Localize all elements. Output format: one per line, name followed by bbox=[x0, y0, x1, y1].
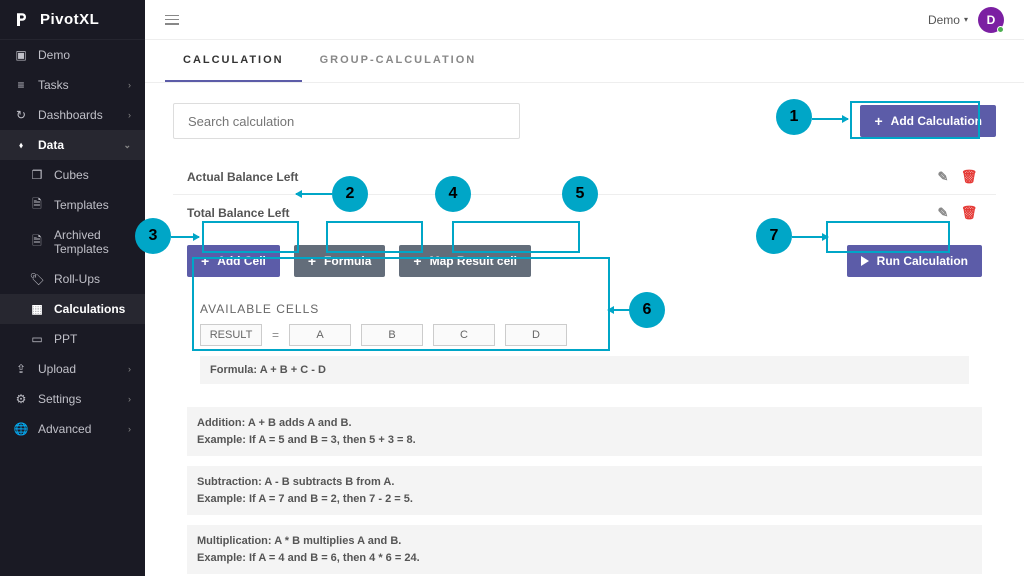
gear-icon: ⚙ bbox=[14, 392, 28, 406]
calc-row[interactable]: Actual Balance Left ✎ 🗑 bbox=[173, 159, 996, 195]
plus-icon: + bbox=[413, 253, 421, 269]
sidebar-item-label: Demo bbox=[38, 48, 131, 62]
formula-hint: Addition: A + B adds A and B.Example: If… bbox=[187, 407, 982, 456]
plus-icon: + bbox=[308, 253, 316, 269]
user-name: Demo bbox=[928, 13, 960, 27]
sidebar-item-demo[interactable]: ▣ Demo bbox=[0, 40, 145, 70]
globe-icon: 🌐 bbox=[14, 422, 28, 436]
calc-row[interactable]: Total Balance Left ✎ 🗑 bbox=[173, 195, 996, 231]
cell-b[interactable]: B bbox=[361, 324, 423, 346]
slide-icon: ▭ bbox=[30, 332, 44, 346]
chevron-icon: › bbox=[128, 394, 131, 404]
tabs: CALCULATION GROUP-CALCULATION bbox=[145, 40, 1024, 83]
user-menu[interactable]: Demo ▾ D bbox=[928, 7, 1004, 33]
dash-icon: ▣ bbox=[14, 48, 28, 62]
brand-name: PivotXL bbox=[40, 11, 99, 28]
play-icon bbox=[861, 256, 869, 266]
plus-icon: + bbox=[201, 253, 209, 269]
result-cell[interactable]: RESULT bbox=[200, 324, 262, 346]
cell-c[interactable]: C bbox=[433, 324, 495, 346]
sidebar: PivotXL ▣Demo≡Tasks›↻Dashboards›⬪Data⌄❒C… bbox=[0, 0, 145, 576]
grid-icon: ▦ bbox=[30, 302, 44, 316]
chevron-icon: › bbox=[128, 110, 131, 120]
formula-hint: Subtraction: A - B subtracts B from A.Ex… bbox=[187, 466, 982, 515]
logo-icon bbox=[14, 11, 32, 29]
plus-icon: + bbox=[874, 113, 882, 129]
calc-title: Actual Balance Left bbox=[187, 170, 930, 184]
sidebar-item-label: Calculations bbox=[54, 302, 131, 316]
sidebar-item-label: Data bbox=[38, 138, 123, 152]
avatar: D bbox=[978, 7, 1004, 33]
sidebar-item-data[interactable]: ⬪ Data⌄ bbox=[0, 130, 145, 160]
run-calculation-button[interactable]: Run Calculation bbox=[847, 245, 982, 277]
chevron-icon: › bbox=[128, 364, 131, 374]
formula-hint: Multiplication: A * B multiplies A and B… bbox=[187, 525, 982, 574]
chevron-icon: › bbox=[128, 424, 131, 434]
sidebar-item-upload[interactable]: ⇪ Upload› bbox=[0, 354, 145, 384]
sidebar-item-ppt[interactable]: ▭ PPT bbox=[0, 324, 145, 354]
map-result-button[interactable]: +Map Result cell bbox=[399, 245, 531, 277]
sidebar-item-label: Upload bbox=[38, 362, 128, 376]
edit-icon[interactable]: ✎ bbox=[930, 205, 956, 221]
bars-icon: ⬪ bbox=[14, 138, 28, 152]
doc-icon: 🗎 bbox=[30, 235, 44, 249]
sidebar-item-calculations[interactable]: ▦ Calculations bbox=[0, 294, 145, 324]
tag-icon: 🏷 bbox=[30, 272, 44, 286]
menu-toggle-icon[interactable] bbox=[165, 15, 179, 25]
toolbar: +Add Cell +Formula +Map Result cell Run … bbox=[173, 231, 996, 291]
formula-button[interactable]: +Formula bbox=[294, 245, 386, 277]
sidebar-item-roll-ups[interactable]: 🏷 Roll-Ups bbox=[0, 264, 145, 294]
cube-icon: ❒ bbox=[30, 168, 44, 182]
sidebar-item-templates[interactable]: 🗎 Templates bbox=[0, 190, 145, 220]
upload-icon: ⇪ bbox=[14, 362, 28, 376]
add-cell-button[interactable]: +Add Cell bbox=[187, 245, 280, 277]
topbar: Demo ▾ D bbox=[145, 0, 1024, 40]
equals-sign: = bbox=[272, 328, 279, 342]
sidebar-item-label: Roll-Ups bbox=[54, 272, 131, 286]
sidebar-item-settings[interactable]: ⚙ Settings› bbox=[0, 384, 145, 414]
available-cells-panel: AVAILABLE CELLS RESULT = A B C D Formula… bbox=[187, 291, 982, 395]
list-icon: ≡ bbox=[14, 78, 28, 92]
cell-a[interactable]: A bbox=[289, 324, 351, 346]
sidebar-item-label: Templates bbox=[54, 198, 131, 212]
panel-title: AVAILABLE CELLS bbox=[200, 302, 969, 316]
sidebar-item-label: Dashboards bbox=[38, 108, 128, 122]
doc-icon: 🗎 bbox=[30, 198, 44, 212]
sidebar-item-label: Tasks bbox=[38, 78, 128, 92]
refresh-icon: ↻ bbox=[14, 108, 28, 122]
sidebar-item-label: Cubes bbox=[54, 168, 131, 182]
tab-group-calculation[interactable]: GROUP-CALCULATION bbox=[302, 40, 495, 82]
sidebar-item-dashboards[interactable]: ↻ Dashboards› bbox=[0, 100, 145, 130]
delete-icon[interactable]: 🗑 bbox=[956, 205, 982, 221]
formula-display: Formula: A + B + C - D bbox=[200, 356, 969, 384]
status-dot-icon bbox=[997, 26, 1004, 33]
sidebar-item-label: Archived Templates bbox=[54, 228, 131, 256]
sidebar-item-tasks[interactable]: ≡ Tasks› bbox=[0, 70, 145, 100]
calc-title: Total Balance Left bbox=[187, 206, 930, 220]
edit-icon[interactable]: ✎ bbox=[930, 169, 956, 185]
add-calculation-button[interactable]: +Add Calculation bbox=[860, 105, 996, 137]
sidebar-item-label: Settings bbox=[38, 392, 128, 406]
search-input[interactable] bbox=[173, 103, 520, 139]
sidebar-item-label: Advanced bbox=[38, 422, 128, 436]
chevron-icon: › bbox=[128, 80, 131, 90]
chevron-icon: ⌄ bbox=[123, 140, 131, 151]
caret-down-icon: ▾ bbox=[964, 15, 968, 24]
sidebar-item-label: PPT bbox=[54, 332, 131, 346]
sidebar-item-advanced[interactable]: 🌐 Advanced› bbox=[0, 414, 145, 444]
brand-logo: PivotXL bbox=[0, 0, 145, 40]
main-content: CALCULATION GROUP-CALCULATION +Add Calcu… bbox=[145, 40, 1024, 576]
cell-d[interactable]: D bbox=[505, 324, 567, 346]
tab-calculation[interactable]: CALCULATION bbox=[165, 40, 302, 82]
sidebar-item-archived-templates[interactable]: 🗎 Archived Templates bbox=[0, 220, 145, 264]
delete-icon[interactable]: 🗑 bbox=[956, 169, 982, 185]
sidebar-item-cubes[interactable]: ❒ Cubes bbox=[0, 160, 145, 190]
